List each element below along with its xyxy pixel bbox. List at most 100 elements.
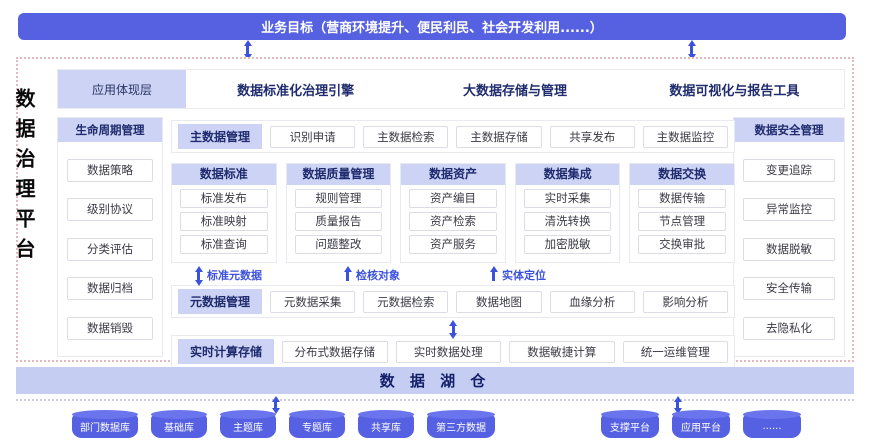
up-down-arrow-icon <box>197 272 200 281</box>
feature-item: 实时采集 <box>524 189 612 208</box>
app-layer-visualization: 数据可视化与报告工具 <box>625 70 844 108</box>
feature-item: 数据脱敏 <box>743 238 835 261</box>
feature-item: 资产服务 <box>409 235 497 254</box>
feature-item: 数据敏捷计算 <box>509 341 615 363</box>
flow-label: 标准元数据 <box>207 267 262 283</box>
metadata-label: 元数据管理 <box>178 289 262 314</box>
platform-label: 支撑平台 <box>610 419 650 434</box>
feature-item: 去隐私化 <box>743 317 835 340</box>
feature-item: 规则管理 <box>295 189 383 208</box>
feature-item: 问题整改 <box>295 235 383 254</box>
platform-cylinder-icon: ...... <box>743 415 801 438</box>
feature-item: 清洗转换 <box>524 212 612 231</box>
column-data-asset: 数据资产 资产编目 资产检索 资产服务 <box>400 163 506 263</box>
feature-item: 标准查询 <box>180 235 268 254</box>
up-down-arrow-icon <box>274 402 277 408</box>
database-label: 共享库 <box>371 419 401 434</box>
feature-item: 数据传输 <box>638 189 726 208</box>
up-down-arrow-icon <box>452 326 455 333</box>
database-cylinder-icon: 共享库 <box>358 415 414 438</box>
feature-item: 资产编目 <box>409 189 497 208</box>
column-title: 数据交换 <box>630 164 734 185</box>
feature-item: 主数据监控 <box>643 126 728 148</box>
column-title: 数据标准 <box>172 164 276 185</box>
feature-item: 节点管理 <box>638 212 726 231</box>
feature-item: 共享发布 <box>550 126 635 148</box>
feature-item: 交换审批 <box>638 235 726 254</box>
feature-item: 统一运维管理 <box>623 341 729 363</box>
security-items: 变更追踪 异常监控 数据脱敏 安全传输 去隐私化 <box>734 142 844 356</box>
realtime-row: 实时计算存储 分布式数据存储 实时数据处理 数据敏捷计算 统一运维管理 <box>171 335 735 368</box>
flow-label: 检核对象 <box>356 267 400 283</box>
capability-columns: 数据标准 标准发布 标准映射 标准查询 数据质量管理 规则管理 质量报告 问题整… <box>171 163 735 263</box>
column-title: 数据质量管理 <box>287 164 391 185</box>
platform-label: ...... <box>762 421 781 432</box>
app-layer-row: 应用体现层 数据标准化治理引擎 大数据存储与管理 数据可视化与报告工具 <box>57 69 845 109</box>
up-arrow-icon <box>492 272 495 281</box>
column-data-standard: 数据标准 标准发布 标准映射 标准查询 <box>171 163 277 263</box>
feature-item: 异常监控 <box>743 198 835 221</box>
platform-title: 数据治理平台 <box>10 88 39 268</box>
column-title: 数据资产 <box>401 164 505 185</box>
feature-item: 主数据存储 <box>456 126 541 148</box>
flow-entity-location: 实体定位 <box>492 267 546 283</box>
realtime-label: 实时计算存储 <box>178 339 274 364</box>
feature-item: 分类评估 <box>67 238 153 261</box>
database-label: 基础库 <box>164 419 194 434</box>
platform-cylinder-icon: 应用平台 <box>672 415 730 438</box>
database-label: 专题库 <box>302 419 332 434</box>
lifecycle-panel: 生命周期管理 数据策略 级别协议 分类评估 数据归档 数据销毁 <box>57 117 163 357</box>
up-down-arrow-icon <box>676 402 679 408</box>
database-cylinder-icon: 专题库 <box>289 415 345 438</box>
feature-item: 变更追踪 <box>743 159 835 182</box>
feature-item: 元数据检索 <box>363 291 448 313</box>
feature-item: 质量报告 <box>295 212 383 231</box>
column-data-integration: 数据集成 实时采集 清洗转换 加密脱敏 <box>515 163 621 263</box>
up-down-arrow-icon <box>690 46 693 54</box>
feature-item: 主数据检索 <box>363 126 448 148</box>
master-data-row: 主数据管理 识别申请 主数据检索 主数据存储 共享发布 主数据监控 <box>171 120 735 153</box>
feature-item: 数据策略 <box>67 159 153 182</box>
database-cylinder-icon: 部门数据库 <box>72 415 138 438</box>
flow-check-object: 检核对象 <box>346 267 400 283</box>
app-layer-engine: 数据标准化治理引擎 <box>186 70 405 108</box>
feature-item: 实时数据处理 <box>396 341 502 363</box>
feature-item: 数据地图 <box>456 291 541 313</box>
master-data-label: 主数据管理 <box>178 124 262 149</box>
architecture-diagram: 业务目标（营商环境提升、便民利民、社会开发利用......） 应用体现层 数据标… <box>0 0 870 445</box>
app-layer-storage: 大数据存储与管理 <box>405 70 624 108</box>
lifecycle-items: 数据策略 级别协议 分类评估 数据归档 数据销毁 <box>58 142 162 356</box>
flow-annotations: 标准元数据 检核对象 实体定位 <box>171 267 735 283</box>
database-label: 部门数据库 <box>80 419 130 434</box>
feature-item: 影响分析 <box>643 291 728 313</box>
feature-item: 安全传输 <box>743 277 835 300</box>
feature-item: 级别协议 <box>67 198 153 221</box>
platform-cylinder-icon: 支撑平台 <box>601 415 659 438</box>
feature-item: 资产检索 <box>409 212 497 231</box>
feature-item: 识别申请 <box>270 126 355 148</box>
database-label: 主题库 <box>233 419 263 434</box>
platform-label: 应用平台 <box>681 419 721 434</box>
feature-item: 元数据采集 <box>270 291 355 313</box>
database-cylinder-icon: 主题库 <box>220 415 276 438</box>
governance-platform-container: 应用体现层 数据标准化治理引擎 大数据存储与管理 数据可视化与报告工具 生命周期… <box>16 57 854 362</box>
database-label: 第三方数据 <box>436 419 486 434</box>
data-sources-row: 部门数据库 基础库 主题库 专题库 共享库 第三方数据 支撑平台 应用平台 ..… <box>16 409 854 438</box>
database-cylinder-icon: 第三方数据 <box>427 415 495 438</box>
up-arrow-icon <box>346 272 349 281</box>
column-title: 数据集成 <box>516 164 620 185</box>
up-down-arrow-icon <box>246 46 249 54</box>
lifecycle-panel-title: 生命周期管理 <box>58 118 162 142</box>
app-layer-label: 应用体现层 <box>58 70 186 108</box>
feature-item: 加密脱敏 <box>524 235 612 254</box>
core-capabilities: 主数据管理 识别申请 主数据检索 主数据存储 共享发布 主数据监控 数据标准 标… <box>171 120 735 368</box>
metadata-row: 元数据管理 元数据采集 元数据检索 数据地图 血缘分析 影响分析 <box>171 285 735 318</box>
feature-item: 血缘分析 <box>550 291 635 313</box>
feature-item: 标准映射 <box>180 212 268 231</box>
security-panel-title: 数据安全管理 <box>734 118 844 142</box>
bottom-divider <box>16 399 854 401</box>
flow-standard-metadata: 标准元数据 <box>197 267 262 283</box>
business-goal-banner: 业务目标（营商环境提升、便民利民、社会开发利用......） <box>18 13 846 40</box>
column-data-exchange: 数据交换 数据传输 节点管理 交换审批 <box>629 163 735 263</box>
feature-item: 数据销毁 <box>67 317 153 340</box>
